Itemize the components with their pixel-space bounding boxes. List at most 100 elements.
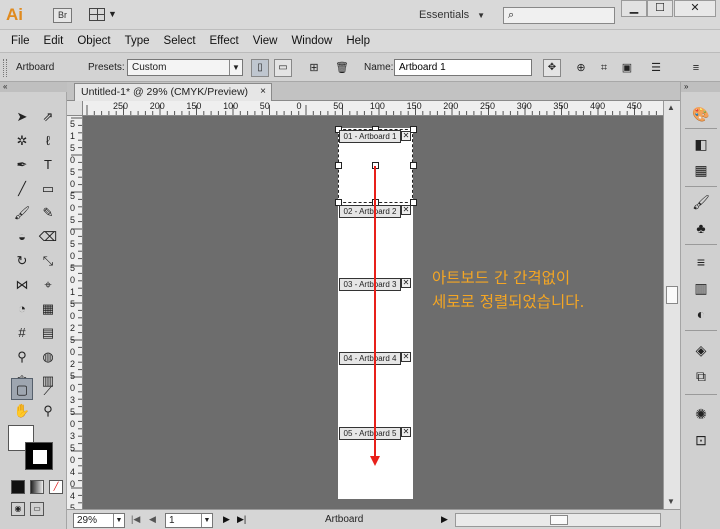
scroll-thumb[interactable] bbox=[666, 286, 678, 304]
menu-select[interactable]: Select bbox=[164, 35, 196, 47]
previous-artboard-icon[interactable]: ◀ bbox=[149, 514, 156, 525]
pencil-tool-icon[interactable]: ✎ bbox=[37, 202, 59, 224]
portrait-icon: ▯ bbox=[257, 62, 263, 73]
presets-dropdown[interactable]: Custom ▼ bbox=[127, 59, 243, 76]
gradient-panel-icon[interactable]: ▥ bbox=[690, 278, 712, 298]
artboard-options-icon[interactable]: ☰ bbox=[648, 60, 664, 76]
scroll-thumb[interactable] bbox=[550, 515, 568, 525]
swatches-panel-icon[interactable]: ▦ bbox=[690, 160, 712, 180]
menu-type[interactable]: Type bbox=[125, 35, 150, 47]
move-artboard-button[interactable]: ✥ bbox=[543, 59, 561, 77]
eyedropper-tool-icon[interactable]: ⚲ bbox=[11, 346, 33, 368]
trash-icon[interactable]: 🗑 bbox=[334, 60, 350, 76]
menu-window[interactable]: Window bbox=[291, 35, 332, 47]
menu-effect[interactable]: Effect bbox=[210, 35, 239, 47]
blob-brush-tool-icon[interactable]: ◒ bbox=[11, 226, 33, 248]
hand-tool-icon[interactable]: ✋ bbox=[11, 400, 33, 422]
status-text: Artboard bbox=[325, 514, 364, 525]
line-tool-icon[interactable]: ╱ bbox=[11, 178, 33, 200]
type-tool-icon[interactable]: T bbox=[37, 154, 59, 176]
new-artboard-icon[interactable]: ⊞ bbox=[306, 60, 322, 76]
slice-tool-icon[interactable]: ⟋ bbox=[37, 380, 59, 402]
artboard-number-field[interactable]: 1 ▼ bbox=[165, 513, 213, 528]
zoom-tool-icon[interactable]: ⚲ bbox=[37, 400, 59, 422]
perspective-grid-tool-icon[interactable]: ▦ bbox=[37, 298, 59, 320]
move-icon: ✥ bbox=[547, 62, 557, 73]
graphic-styles-panel-icon[interactable]: ⊡ bbox=[690, 430, 712, 450]
portrait-button[interactable]: ▯ bbox=[251, 59, 269, 77]
color-mode-button[interactable] bbox=[11, 480, 25, 494]
close-button[interactable]: ✕ bbox=[674, 0, 716, 17]
cross-hairs-icon[interactable]: ⌗ bbox=[596, 60, 612, 76]
width-tool-icon[interactable]: ⋈ bbox=[11, 274, 33, 296]
tools-panel-header[interactable]: « bbox=[0, 82, 67, 92]
stroke-panel-icon[interactable]: ≡ bbox=[690, 252, 712, 272]
video-safe-icon[interactable]: ▣ bbox=[619, 60, 635, 76]
zoom-level-field[interactable]: 29% ▼ bbox=[73, 513, 125, 528]
panel-dock-header[interactable]: » bbox=[681, 82, 720, 92]
scroll-down-icon[interactable]: ▼ bbox=[667, 497, 675, 506]
arrange-documents-button[interactable]: ▼ bbox=[89, 7, 117, 23]
close-tab-icon[interactable]: × bbox=[260, 84, 266, 100]
symbols-panel-icon[interactable]: ♣ bbox=[690, 218, 712, 238]
selection-tool-icon[interactable]: ➤ bbox=[11, 106, 33, 128]
vertical-ruler[interactable]: 515050505050501502502503503504045 bbox=[67, 116, 83, 509]
menu-object[interactable]: Object bbox=[77, 35, 110, 47]
lasso-tool-icon[interactable]: ℓ bbox=[37, 130, 59, 152]
screen-mode-icon[interactable]: ▭ bbox=[30, 502, 44, 516]
color-panel-icon[interactable]: 🎨 bbox=[690, 104, 712, 124]
first-artboard-icon[interactable]: |◀ bbox=[131, 514, 140, 525]
bridge-button[interactable]: Br bbox=[53, 8, 72, 23]
pen-tool-icon[interactable]: ✒ bbox=[11, 154, 33, 176]
rotate-tool-icon[interactable]: ↻ bbox=[11, 250, 33, 272]
canvas-area[interactable]: 01 - Artboard 1 ✕ 02 - Artboard 2 ✕ 03 -… bbox=[83, 116, 663, 509]
horizontal-scrollbar[interactable] bbox=[455, 513, 661, 527]
menu-file[interactable]: File bbox=[11, 35, 30, 47]
transparency-panel-icon[interactable]: ◐ bbox=[690, 304, 712, 324]
gradient-tool-icon[interactable]: ▤ bbox=[37, 322, 59, 344]
brushes-panel-icon[interactable]: 🖌 bbox=[690, 192, 712, 212]
artboard-name-field[interactable] bbox=[394, 59, 532, 76]
shape-builder-tool-icon[interactable]: ◔ bbox=[11, 298, 33, 320]
control-bar: Artboard Presets: Custom ▼ ▯ ▭ ⊞ 🗑 Name:… bbox=[0, 52, 720, 82]
vertical-scrollbar[interactable]: ▲ ▼ bbox=[663, 101, 680, 509]
menu-view[interactable]: View bbox=[253, 35, 278, 47]
free-transform-tool-icon[interactable]: ⌖ bbox=[37, 274, 59, 296]
center-mark-icon[interactable]: ⊕ bbox=[573, 60, 589, 76]
last-artboard-icon[interactable]: ▶| bbox=[237, 514, 246, 525]
blend-tool-icon[interactable]: ◍ bbox=[37, 346, 59, 368]
scroll-up-icon[interactable]: ▲ bbox=[667, 103, 675, 112]
draw-normal-icon[interactable]: ◉ bbox=[11, 502, 25, 516]
rectangle-tool-icon[interactable]: ▭ bbox=[37, 178, 59, 200]
minimize-button[interactable]: ▁ bbox=[621, 0, 647, 17]
artboards-panel-icon[interactable]: ⧉ bbox=[690, 366, 712, 386]
mesh-tool-icon[interactable]: # bbox=[11, 322, 33, 344]
eraser-tool-icon[interactable]: ⌫ bbox=[37, 226, 59, 248]
maximize-button[interactable]: ☐ bbox=[647, 0, 673, 17]
artboard-tool-icon[interactable]: ▢ bbox=[11, 378, 33, 400]
gradient-mode-button[interactable] bbox=[30, 480, 44, 494]
stroke-color-swatch[interactable] bbox=[25, 442, 53, 470]
direct-selection-tool-icon[interactable]: ⇗ bbox=[37, 106, 59, 128]
menu-edit[interactable]: Edit bbox=[44, 35, 64, 47]
chevron-down-icon: ▼ bbox=[108, 9, 117, 19]
grip-handle[interactable] bbox=[3, 59, 7, 77]
document-tab[interactable]: Untitled-1* @ 29% (CMYK/Preview) × bbox=[74, 83, 272, 101]
search-input[interactable]: ⌕ bbox=[503, 7, 615, 24]
status-menu-icon[interactable]: ▶ bbox=[441, 514, 448, 525]
ruler-origin[interactable] bbox=[67, 101, 83, 116]
ruler-label: 0 bbox=[70, 203, 76, 213]
layers-panel-icon[interactable]: ◈ bbox=[690, 340, 712, 360]
paintbrush-tool-icon[interactable]: 🖌 bbox=[11, 202, 33, 224]
panel-menu-icon[interactable]: ≡ bbox=[688, 60, 704, 76]
appearance-panel-icon[interactable]: ✺ bbox=[690, 404, 712, 424]
landscape-button[interactable]: ▭ bbox=[274, 59, 292, 77]
horizontal-ruler[interactable]: 250 200 150 100 50 0 50 100 150 200 250 300 350 400 45… bbox=[83, 101, 663, 116]
scale-tool-icon[interactable]: ⤡ bbox=[37, 250, 59, 272]
none-mode-button[interactable]: ╱ bbox=[49, 480, 63, 494]
magic-wand-tool-icon[interactable]: ✲ bbox=[11, 130, 33, 152]
color-guide-icon[interactable]: ◧ bbox=[690, 134, 712, 154]
menu-help[interactable]: Help bbox=[346, 35, 370, 47]
workspace-switcher[interactable]: Essentials ▼ bbox=[419, 9, 489, 23]
next-artboard-icon[interactable]: ▶ bbox=[223, 514, 230, 525]
